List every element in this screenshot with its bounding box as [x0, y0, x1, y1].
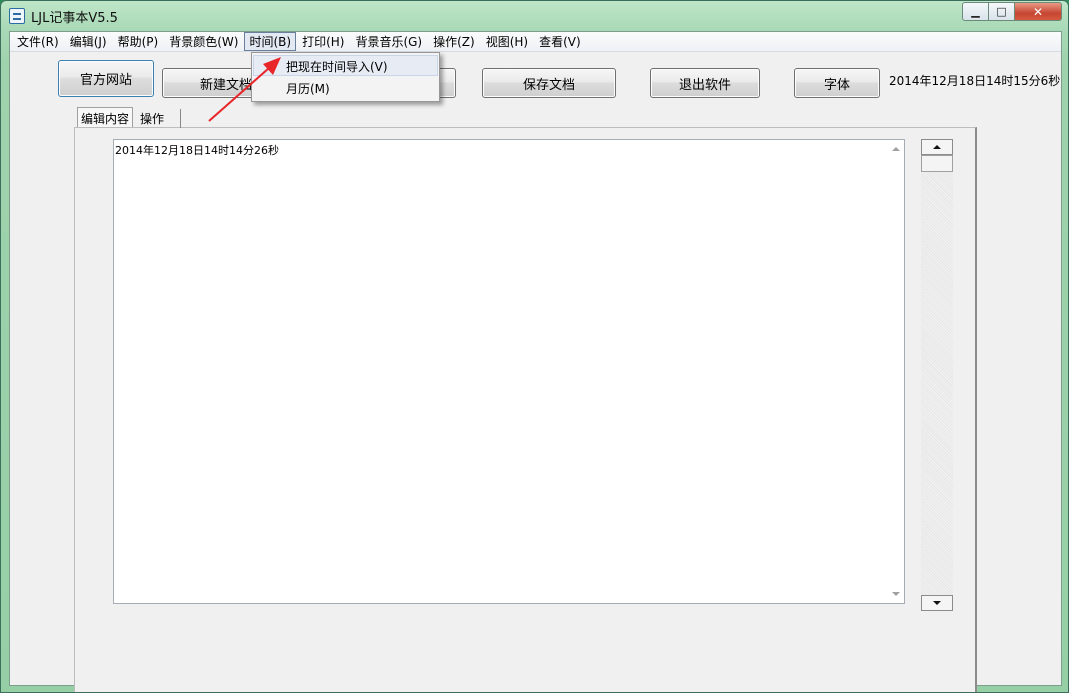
maximize-button[interactable]: □ [989, 2, 1015, 21]
close-button[interactable]: ✕ [1015, 2, 1062, 21]
menu-item-calendar[interactable]: 月历(M) [253, 77, 438, 98]
triangle-down-icon[interactable] [892, 592, 900, 596]
menu-look[interactable]: 查看(V) [534, 32, 586, 51]
menu-edit[interactable]: 编辑(J) [65, 32, 112, 51]
save-document-button[interactable]: 保存文档 [482, 68, 616, 98]
menu-print[interactable]: 打印(H) [297, 32, 349, 51]
font-button[interactable]: 字体 [794, 68, 880, 98]
current-datetime: 2014年12月18日14时15分6秒 [889, 74, 1061, 88]
triangle-up-icon [933, 145, 941, 149]
notebook-icon [9, 8, 25, 24]
title-bar[interactable]: LJL记事本V5.5 ▁ □ ✕ [1, 1, 1068, 31]
window-title: LJL记事本V5.5 [31, 11, 118, 26]
exit-button[interactable]: 退出软件 [650, 68, 760, 98]
triangle-up-icon[interactable] [892, 147, 900, 151]
editor-scrollbar[interactable] [888, 140, 904, 603]
menu-view[interactable]: 视图(H) [481, 32, 533, 51]
menu-help[interactable]: 帮助(P) [113, 32, 164, 51]
menu-time[interactable]: 时间(B) [244, 32, 297, 51]
app-window: LJL记事本V5.5 ▁ □ ✕ 文件(R) 编辑(J) 帮助(P) 背景颜色(… [0, 0, 1069, 693]
menu-bar: 文件(R) 编辑(J) 帮助(P) 背景颜色(W) 时间(B) 打印(H) 背景… [10, 32, 1061, 52]
tab-edit-content[interactable]: 编辑内容 [77, 107, 134, 127]
scroll-thumb[interactable] [921, 155, 953, 172]
scroll-up-button[interactable] [921, 139, 953, 155]
menu-file[interactable]: 文件(R) [12, 32, 64, 51]
tab-operations[interactable]: 操作 [137, 109, 182, 128]
menu-background-music[interactable]: 背景音乐(G) [350, 32, 427, 51]
triangle-down-icon [933, 601, 941, 605]
vertical-scrollbar[interactable] [921, 139, 953, 611]
editor-content[interactable]: 2014年12月18日14时14分26秒 [115, 142, 279, 158]
menu-operations[interactable]: 操作(Z) [428, 32, 480, 51]
menu-item-import-current-time[interactable]: 把现在时间导入(V) [253, 55, 438, 76]
menu-background-color[interactable]: 背景颜色(W) [164, 32, 243, 51]
official-site-button[interactable]: 官方网站 [58, 60, 154, 97]
client-area: 文件(R) 编辑(J) 帮助(P) 背景颜色(W) 时间(B) 打印(H) 背景… [9, 31, 1062, 692]
window-controls: ▁ □ ✕ [962, 2, 1062, 21]
minimize-button[interactable]: ▁ [962, 2, 989, 21]
text-editor[interactable]: 2014年12月18日14时14分26秒 [113, 139, 905, 604]
scroll-down-button[interactable] [921, 595, 953, 611]
time-menu-dropdown: 把现在时间导入(V) 月历(M) [251, 52, 440, 102]
